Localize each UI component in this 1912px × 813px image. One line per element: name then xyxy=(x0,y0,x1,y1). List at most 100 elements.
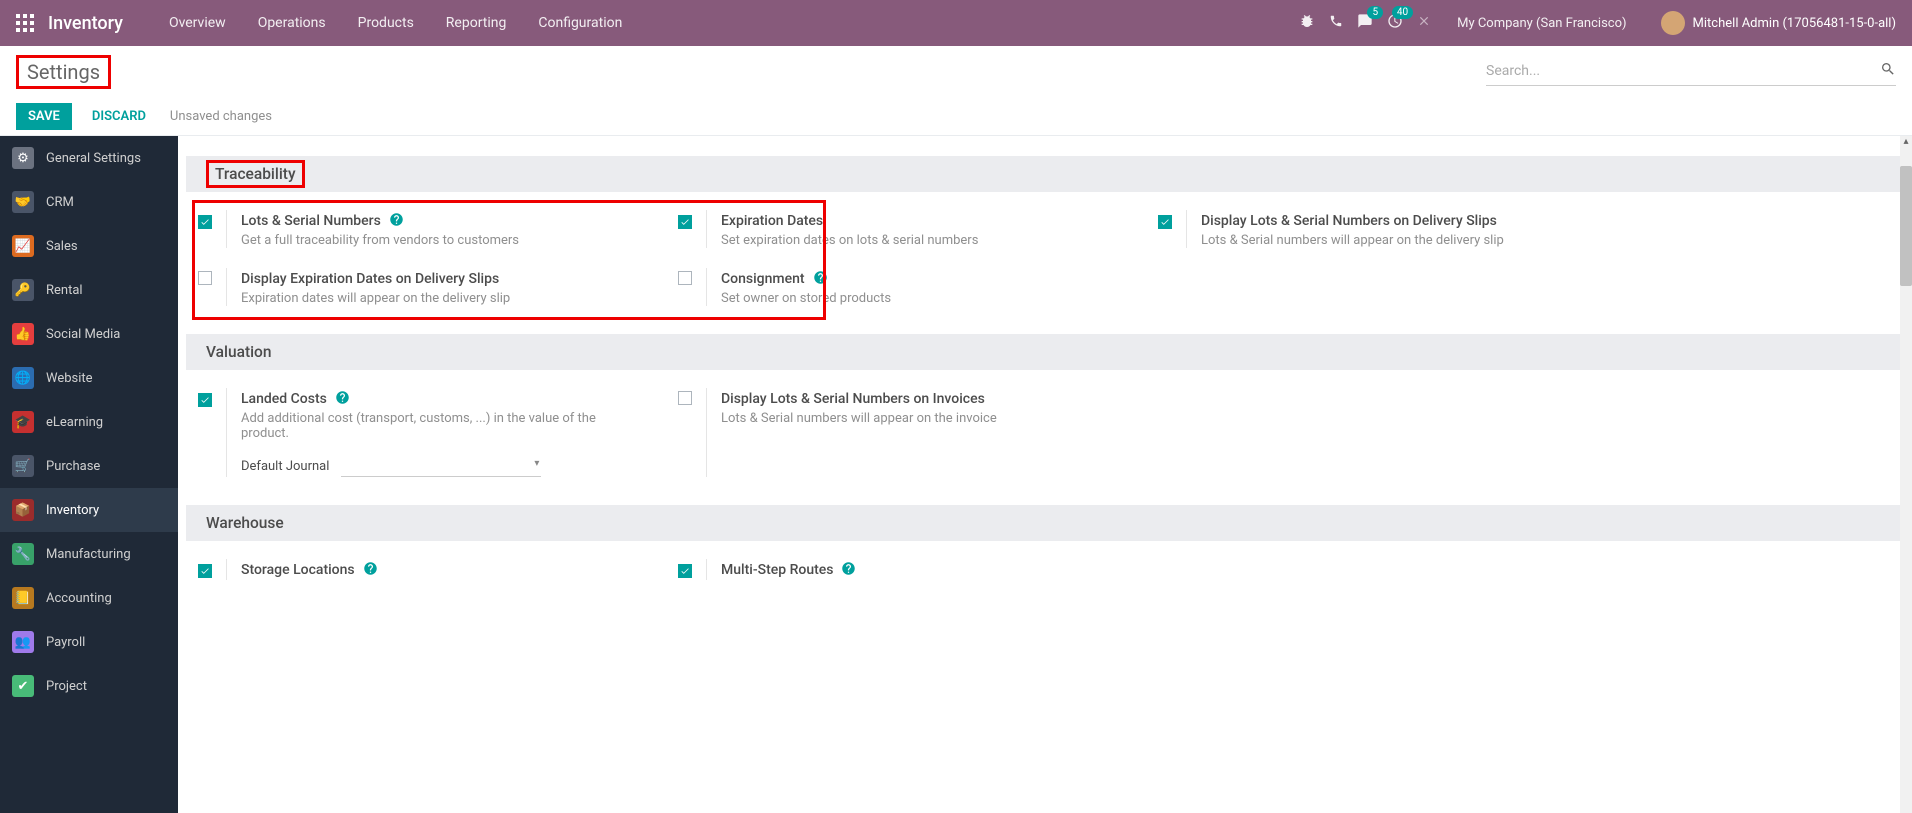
messages-icon[interactable]: 5 xyxy=(1357,13,1373,33)
cart-icon: 🛒 xyxy=(12,455,34,477)
setting-desc: Set expiration dates on lots & serial nu… xyxy=(721,233,978,248)
menu-operations[interactable]: Operations xyxy=(242,15,342,31)
help-icon[interactable] xyxy=(389,212,404,227)
main-area: ⚙General Settings 🤝CRM 📈Sales 🔑Rental 👍S… xyxy=(0,136,1912,813)
sidebar-item-purchase[interactable]: 🛒Purchase xyxy=(0,444,178,488)
globe-icon: 🌐 xyxy=(12,367,34,389)
sidebar-item-label: Accounting xyxy=(46,591,112,606)
scroll-up-icon[interactable]: ▴ xyxy=(1900,136,1912,148)
section-header-traceability: Traceability xyxy=(186,156,1904,192)
sidebar-item-general-settings[interactable]: ⚙General Settings xyxy=(0,136,178,180)
setting-display-expiration-delivery: Display Expiration Dates on Delivery Sli… xyxy=(198,268,678,326)
help-icon[interactable] xyxy=(363,561,378,576)
page-title: Settings xyxy=(16,55,111,89)
default-journal-select[interactable]: ▾ xyxy=(341,455,541,477)
sidebar-item-label: Project xyxy=(46,679,87,694)
user-menu[interactable]: Mitchell Admin (17056481-15-0-all) xyxy=(1661,11,1896,35)
settings-sidebar: ⚙General Settings 🤝 CRM 📈Sales 🔑 Rental 👍S… xyxy=(0,136,178,813)
sidebar-item-label: CRM xyxy=(46,195,74,210)
scrollbar-track[interactable]: ▴ xyxy=(1900,136,1912,813)
sidebar-item-project[interactable]: ✔ Project xyxy=(0,664,178,708)
setting-lots-serial: Lots & Serial Numbers Get a full traceab… xyxy=(198,210,678,268)
chart-icon: 📈 xyxy=(12,235,34,257)
app-brand[interactable]: Inventory xyxy=(48,13,123,34)
setting-title: Display Lots & Serial Numbers on Deliver… xyxy=(1201,213,1497,229)
checkbox-landed-costs[interactable] xyxy=(198,393,212,407)
debug-icon[interactable] xyxy=(1299,13,1315,33)
checkbox-display-lots-invoices[interactable] xyxy=(678,391,692,405)
setting-storage-locations: Storage Locations xyxy=(198,559,678,600)
control-panel: Settings xyxy=(0,46,1912,98)
key-icon: 🔑 xyxy=(12,279,34,301)
checkbox-consignment[interactable] xyxy=(678,271,692,285)
thumbs-up-icon: 👍 xyxy=(12,323,34,345)
search-box[interactable] xyxy=(1486,57,1896,86)
top-nav: Inventory Overview Operations Products R… xyxy=(0,0,1912,46)
checkbox-storage-locations[interactable] xyxy=(198,564,212,578)
setting-title: Storage Locations xyxy=(241,562,355,578)
sidebar-item-label: Inventory xyxy=(46,503,99,518)
handshake-icon: 🤝 xyxy=(12,191,34,213)
sidebar-item-website[interactable]: 🌐 Website xyxy=(0,356,178,400)
checkbox-lots-serial[interactable] xyxy=(198,215,212,229)
search-input[interactable] xyxy=(1486,63,1880,79)
help-icon[interactable] xyxy=(841,561,856,576)
setting-desc: Add additional cost (transport, customs,… xyxy=(241,411,621,441)
systray: 5 40 My Company (San Francisco) Mitchell… xyxy=(1299,11,1896,35)
sidebar-item-label: Rental xyxy=(46,283,83,298)
setting-desc: Lots & Serial numbers will appear on the… xyxy=(1201,233,1504,248)
sidebar-item-rental[interactable]: 🔑 Rental xyxy=(0,268,178,312)
checkbox-expiration-dates[interactable] xyxy=(678,215,692,229)
menu-products[interactable]: Products xyxy=(342,15,430,31)
sidebar-item-sales[interactable]: 📈Sales xyxy=(0,224,178,268)
company-selector[interactable]: My Company (San Francisco) xyxy=(1457,16,1626,31)
setting-consignment: Consignment Set owner on stored products xyxy=(678,268,1158,326)
scrollbar-thumb[interactable] xyxy=(1900,166,1912,286)
avatar xyxy=(1661,11,1685,35)
graduation-icon: 🎓 xyxy=(12,411,34,433)
checkbox-display-lots-delivery[interactable] xyxy=(1158,215,1172,229)
apps-icon[interactable] xyxy=(16,14,34,32)
close-icon[interactable] xyxy=(1417,14,1431,32)
checkbox-display-expiration-delivery[interactable] xyxy=(198,271,212,285)
settings-content: Traceability Lots & Serial Numbers Get a… xyxy=(178,136,1912,813)
save-button[interactable]: SAVE xyxy=(16,103,72,130)
setting-title: Lots & Serial Numbers xyxy=(241,213,381,229)
wrench-icon: 🔧 xyxy=(12,543,34,565)
menu-configuration[interactable]: Configuration xyxy=(522,15,638,31)
menu-overview[interactable]: Overview xyxy=(153,15,242,31)
sidebar-item-accounting[interactable]: 📒 Accounting xyxy=(0,576,178,620)
sidebar-item-inventory[interactable]: 📦 Inventory xyxy=(0,488,178,532)
sidebar-item-label: Website xyxy=(46,371,93,386)
setting-title: Display Lots & Serial Numbers on Invoice… xyxy=(721,391,985,407)
setting-desc: Lots & Serial numbers will appear on the… xyxy=(721,411,997,426)
search-icon[interactable] xyxy=(1880,61,1896,81)
setting-title: Landed Costs xyxy=(241,391,327,407)
action-bar: SAVE DISCARD Unsaved changes xyxy=(0,98,1912,136)
sidebar-item-label: Payroll xyxy=(46,635,85,650)
sidebar-item-label: Manufacturing xyxy=(46,547,131,562)
messages-badge: 5 xyxy=(1367,6,1383,19)
help-icon[interactable] xyxy=(335,390,350,405)
setting-title: Expiration Dates xyxy=(721,213,823,229)
sidebar-item-payroll[interactable]: 👥 Payroll xyxy=(0,620,178,664)
menu-reporting[interactable]: Reporting xyxy=(430,15,523,31)
activities-icon[interactable]: 40 xyxy=(1387,13,1403,33)
check-icon: ✔ xyxy=(12,675,34,697)
boxes-icon: 📦 xyxy=(12,499,34,521)
people-icon: 👥 xyxy=(12,631,34,653)
sidebar-item-elearning[interactable]: 🎓eLearning xyxy=(0,400,178,444)
gear-icon: ⚙ xyxy=(12,147,34,169)
sidebar-item-crm[interactable]: 🤝 CRM xyxy=(0,180,178,224)
setting-title: Consignment xyxy=(721,271,805,287)
help-icon[interactable] xyxy=(813,270,828,285)
user-name: Mitchell Admin (17056481-15-0-all) xyxy=(1693,16,1896,31)
sidebar-item-social-media[interactable]: 👍Social Media xyxy=(0,312,178,356)
sidebar-item-manufacturing[interactable]: 🔧 Manufacturing xyxy=(0,532,178,576)
setting-multi-step-routes: Multi-Step Routes xyxy=(678,559,1158,600)
book-icon: 📒 xyxy=(12,587,34,609)
checkbox-multi-step-routes[interactable] xyxy=(678,564,692,578)
section-warehouse: Warehouse Storage Locations Multi-Step R… xyxy=(186,505,1904,600)
phone-icon[interactable] xyxy=(1329,14,1343,32)
discard-button[interactable]: DISCARD xyxy=(82,103,156,130)
